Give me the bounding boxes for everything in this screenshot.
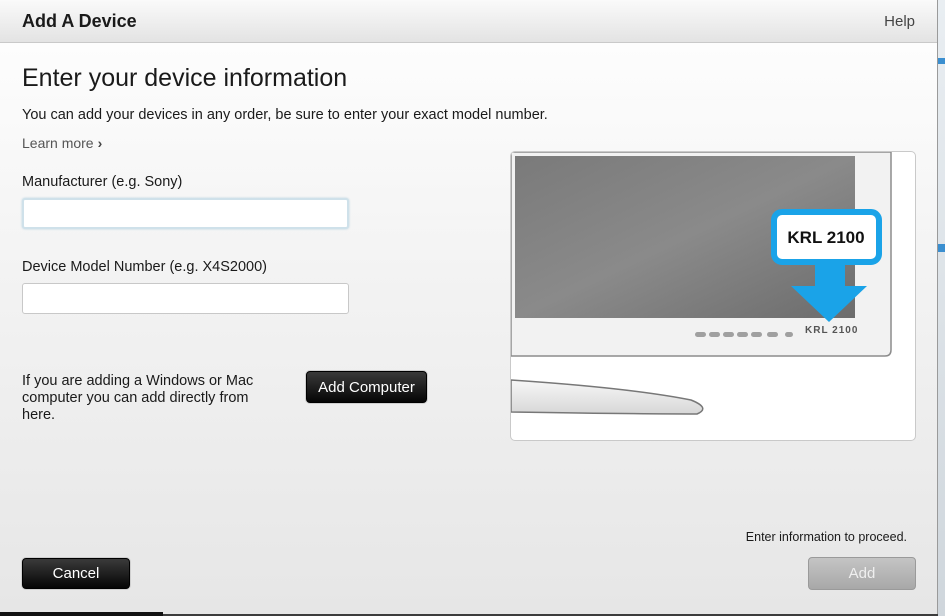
add-button[interactable]: Add — [808, 557, 916, 590]
dialog-title: Add A Device — [22, 11, 137, 31]
background-window-edge — [938, 0, 945, 616]
add-computer-label: Add Computer — [318, 378, 415, 396]
learn-more-label: Learn more — [22, 135, 94, 151]
chevron-right-icon: › — [97, 135, 103, 151]
model-callout-text: KRL 2100 — [787, 228, 864, 247]
manufacturer-input[interactable] — [22, 198, 349, 229]
background-accent — [938, 58, 945, 64]
cancel-button[interactable]: Cancel — [22, 558, 130, 589]
cancel-label: Cancel — [52, 565, 100, 582]
help-link[interactable]: Help — [884, 13, 915, 30]
instructions-text: You can add your devices in any order, b… — [22, 107, 548, 123]
background-taskbar-edge — [0, 612, 163, 616]
add-label: Add — [848, 565, 876, 582]
page-heading: Enter your device information — [22, 64, 348, 92]
tv-stand — [511, 379, 704, 415]
manufacturer-label: Manufacturer (e.g. Sony) — [22, 174, 183, 190]
tv-model-number-image: KRL 2100 KRL 2100 — [511, 152, 892, 415]
status-text: Enter information to proceed. — [745, 530, 907, 544]
model-number-input[interactable] — [22, 283, 349, 314]
background-accent — [938, 244, 945, 252]
add-computer-button[interactable]: Add Computer — [306, 371, 427, 403]
device-illustration: KRL 2100 KRL 2100 — [510, 151, 916, 441]
learn-more-link[interactable]: Learn more › — [22, 135, 102, 151]
model-plate-text: KRL 2100 — [805, 325, 858, 336]
computer-note: If you are adding a Windows or Mac compu… — [22, 373, 254, 423]
model-number-label: Device Model Number (e.g. X4S2000) — [22, 259, 268, 275]
dialog-titlebar: Add A Device Help — [0, 0, 937, 43]
add-device-dialog: Add A Device Help Enter your device info… — [0, 0, 938, 614]
